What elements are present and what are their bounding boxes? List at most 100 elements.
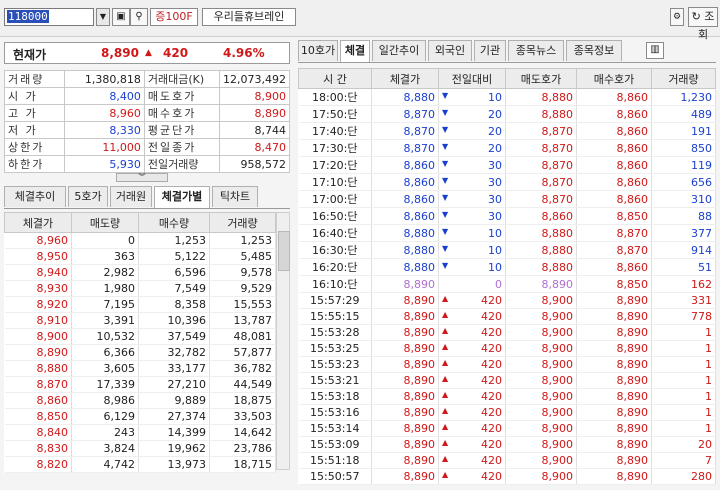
- table-cell: 20: [651, 436, 716, 453]
- column-header[interactable]: 체결가: [4, 212, 72, 233]
- table-row[interactable]: 8,960 0 1,253 1,253: [4, 232, 276, 249]
- chevron-down-icon[interactable]: ▼: [96, 8, 110, 26]
- table-row[interactable]: 17:10:단 8,860 ▼ 30 8,870 8,860 656: [298, 173, 716, 191]
- table-row[interactable]: 17:20:단 8,860 ▼ 30 8,870 8,860 119: [298, 156, 716, 174]
- stock-code-input[interactable]: 118000: [4, 8, 94, 26]
- table-cell: 280: [651, 468, 716, 485]
- table-row[interactable]: 15:50:57 8,890 ▲ 420 8,900 8,890 280: [298, 468, 716, 485]
- table-row[interactable]: 16:50:단 8,860 ▼ 30 8,860 8,850 88: [298, 207, 716, 225]
- column-header[interactable]: 매도호가: [505, 68, 577, 89]
- table-row[interactable]: 8,820 4,742 13,973 18,715: [4, 456, 276, 473]
- tab-trades[interactable]: 체결: [340, 40, 370, 62]
- table-row[interactable]: 18:00:단 8,880 ▼ 10 8,880 8,860 1,230: [298, 88, 716, 106]
- column-header[interactable]: 체결가: [371, 68, 439, 89]
- left-scrollbar[interactable]: [276, 212, 290, 470]
- column-header[interactable]: 거래량: [209, 212, 276, 233]
- table-cell: 8,900: [505, 324, 577, 341]
- table-row[interactable]: 8,860 8,986 9,889 18,875: [4, 392, 276, 409]
- table-cell: 7,195: [71, 296, 139, 313]
- table-cell: 8,870: [505, 190, 577, 208]
- table-row[interactable]: 15:55:15 8,890 ▲ 420 8,900 8,890 778: [298, 308, 716, 325]
- tab-10-quote[interactable]: 10호가: [298, 40, 338, 61]
- table-cell: 7: [651, 452, 716, 469]
- table-row[interactable]: 8,880 3,605 33,177 36,782: [4, 360, 276, 377]
- tab-foreign[interactable]: 외국인: [428, 40, 472, 61]
- up-arrow-icon: ▲: [442, 454, 449, 463]
- table-cell: 8,860: [505, 207, 577, 225]
- stock-name[interactable]: 우리들휴브레인: [202, 8, 296, 26]
- table-cell: 0: [438, 275, 506, 293]
- table-row[interactable]: 15:53:09 8,890 ▲ 420 8,900 8,890 20: [298, 436, 716, 453]
- table-row[interactable]: 16:10:단 8,890 0 8,890 8,850 162: [298, 275, 716, 293]
- tab-by-price[interactable]: 체결가별: [154, 186, 210, 208]
- gear-icon[interactable]: ⚙: [670, 8, 684, 26]
- column-header[interactable]: 매수량: [138, 212, 210, 233]
- tab-stock-info[interactable]: 종목정보: [566, 40, 622, 61]
- table-row[interactable]: 15:53:23 8,890 ▲ 420 8,900 8,890 1: [298, 356, 716, 373]
- quote-info-table: 거래량 1,380,818 거래대금(K) 12,073,492 시 가 8,40…: [4, 70, 290, 173]
- table-row[interactable]: 15:53:28 8,890 ▲ 420 8,900 8,890 1: [298, 324, 716, 341]
- table-row[interactable]: 15:53:16 8,890 ▲ 420 8,900 8,890 1: [298, 404, 716, 421]
- change-value: 10: [488, 90, 502, 104]
- table-row[interactable]: 15:53:21 8,890 ▲ 420 8,900 8,890 1: [298, 372, 716, 389]
- table-row[interactable]: 16:20:단 8,880 ▼ 10 8,880 8,860 51: [298, 258, 716, 276]
- tab-5-quote[interactable]: 5호가: [68, 186, 108, 207]
- scroll-thumb[interactable]: [278, 231, 290, 271]
- tab-daily-trend[interactable]: 일간추이: [372, 40, 426, 61]
- table-row[interactable]: 8,890 6,366 32,782 57,877: [4, 344, 276, 361]
- table-row[interactable]: 8,950 363 5,122 5,485: [4, 248, 276, 265]
- table-cell: 1,980: [71, 280, 139, 297]
- table-row[interactable]: 8,830 3,824 19,962 23,786: [4, 440, 276, 457]
- tab-trade-trend[interactable]: 체결추이: [4, 186, 66, 207]
- current-price-box: 현재가 8,890 ▲ 420 4.96%: [4, 42, 290, 64]
- table-row[interactable]: 17:50:단 8,870 ▼ 20 8,880 8,860 489: [298, 105, 716, 123]
- up-arrow-icon: ▲: [442, 294, 449, 303]
- table-row[interactable]: 17:40:단 8,870 ▼ 20 8,870 8,860 191: [298, 122, 716, 140]
- document-icon[interactable]: ▣: [112, 8, 130, 26]
- table-row[interactable]: 15:53:25 8,890 ▲ 420 8,900 8,890 1: [298, 340, 716, 357]
- tab-broker[interactable]: 거래원: [110, 186, 152, 207]
- table-cell: 15:53:25: [298, 340, 372, 357]
- table-row[interactable]: 15:57:29 8,890 ▲ 420 8,900 8,890 331: [298, 292, 716, 309]
- bar-chart-icon[interactable]: ▥: [646, 42, 664, 59]
- column-header[interactable]: 거래량: [651, 68, 716, 89]
- change-value: 420: [481, 342, 502, 355]
- table-row[interactable]: 8,870 17,339 27,210 44,549: [4, 376, 276, 393]
- table-row[interactable]: 8,910 3,391 10,396 13,787: [4, 312, 276, 329]
- table-row[interactable]: 8,930 1,980 7,549 9,529: [4, 280, 276, 297]
- table-row[interactable]: 16:30:단 8,880 ▼ 10 8,880 8,870 914: [298, 241, 716, 259]
- table-cell: 8,860: [371, 156, 439, 174]
- table-row[interactable]: 15:53:18 8,890 ▲ 420 8,900 8,890 1: [298, 388, 716, 405]
- search-icon[interactable]: ⚲: [130, 8, 148, 26]
- table-cell: 18,715: [209, 456, 276, 473]
- table-row[interactable]: 8,920 7,195 8,358 15,553: [4, 296, 276, 313]
- down-arrow-icon: ▼: [442, 175, 449, 185]
- table-cell: 8,880: [505, 105, 577, 123]
- collapse-handle[interactable]: ︾: [116, 173, 168, 182]
- tab-stock-news[interactable]: 종목뉴스: [508, 40, 564, 61]
- table-row[interactable]: 8,940 2,982 6,596 9,578: [4, 264, 276, 281]
- up-arrow-icon: ▲: [442, 374, 449, 383]
- table-cell: 8,890: [371, 436, 439, 453]
- column-header[interactable]: 매도량: [71, 212, 139, 233]
- table-row[interactable]: 16:40:단 8,880 ▼ 10 8,880 8,870 377: [298, 224, 716, 242]
- table-row[interactable]: 15:53:14 8,890 ▲ 420 8,900 8,890 1: [298, 420, 716, 437]
- table-row[interactable]: 8,840 243 14,399 14,642: [4, 424, 276, 441]
- column-header[interactable]: 매수호가: [576, 68, 652, 89]
- column-header[interactable]: 시 간: [298, 68, 372, 89]
- table-row[interactable]: 17:30:단 8,870 ▼ 20 8,870 8,860 850: [298, 139, 716, 157]
- change-value: 10: [488, 226, 502, 240]
- tab-institution[interactable]: 기관: [474, 40, 506, 61]
- table-cell: 1: [651, 404, 716, 421]
- column-header[interactable]: 전일대비: [438, 68, 506, 89]
- table-row[interactable]: 15:51:18 8,890 ▲ 420 8,900 8,890 7: [298, 452, 716, 469]
- table-row[interactable]: 17:00:단 8,860 ▼ 30 8,870 8,860 310: [298, 190, 716, 208]
- info-key: 평균단가: [143, 121, 221, 139]
- table-row[interactable]: 8,900 10,532 37,549 48,081: [4, 328, 276, 345]
- tab-tick-chart[interactable]: 틱차트: [212, 186, 258, 207]
- query-button[interactable]: ↻ 조회: [688, 7, 718, 41]
- table-cell: 16:50:단: [298, 207, 372, 225]
- table-row[interactable]: 8,850 6,129 27,374 33,503: [4, 408, 276, 425]
- info-value: 8,400: [63, 87, 145, 105]
- table-cell: 8,860: [371, 173, 439, 191]
